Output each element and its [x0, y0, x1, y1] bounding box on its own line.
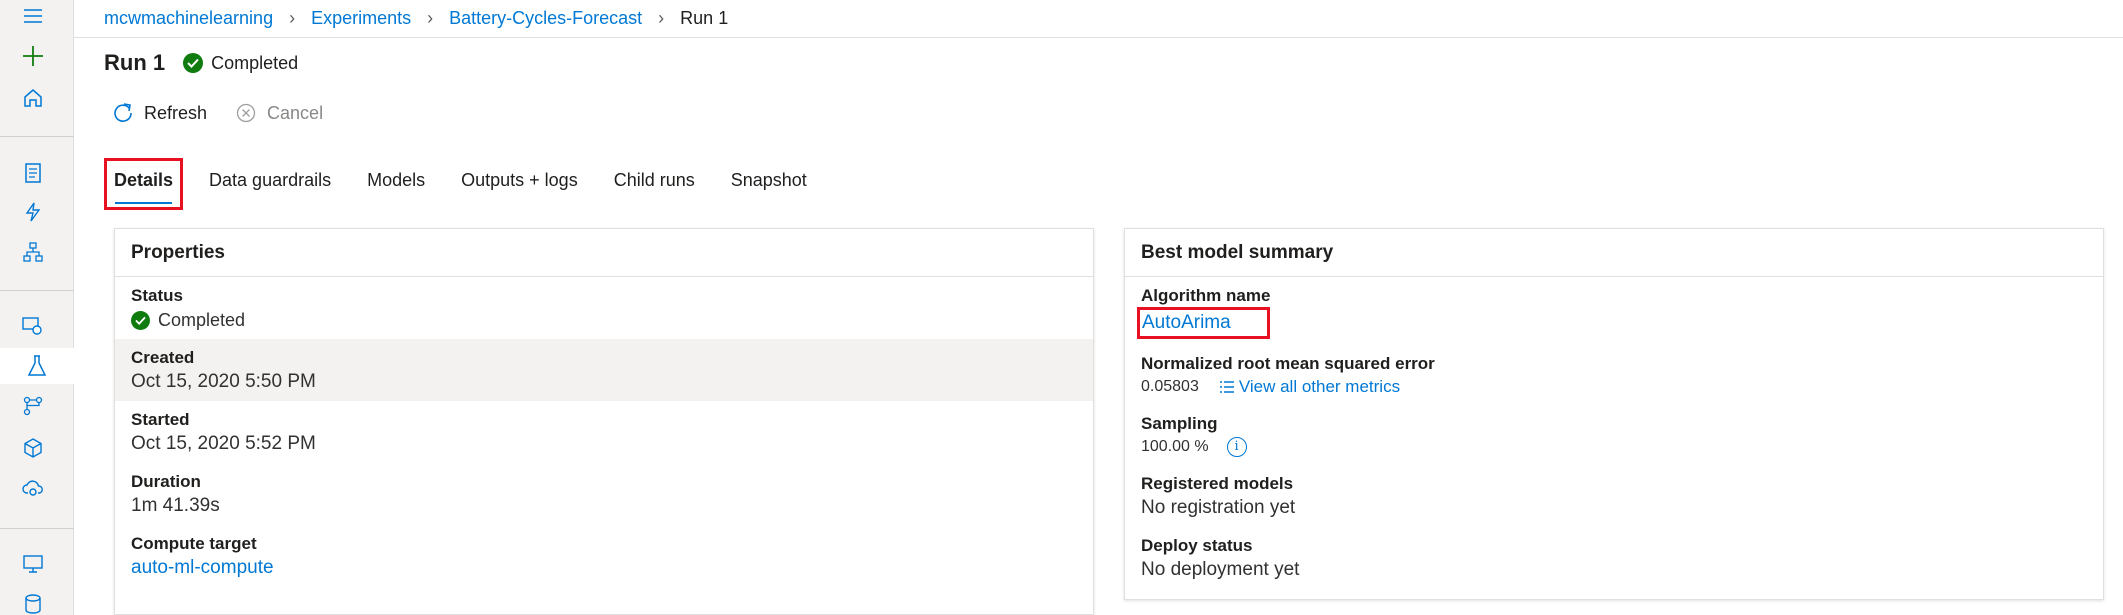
- deploy-value: No deployment yet: [1141, 559, 1300, 580]
- nrmse-property: Normalized root mean squared error 0.058…: [1125, 345, 2103, 405]
- started-label: Started: [131, 410, 190, 429]
- refresh-icon: [112, 102, 134, 124]
- plus-icon[interactable]: [21, 44, 45, 68]
- algorithm-link[interactable]: AutoArima: [1137, 307, 1270, 339]
- nrmse-label: Normalized root mean squared error: [1141, 354, 1435, 373]
- status-badge: Completed: [183, 53, 298, 74]
- breadcrumb: mcwmachinelearning › Experiments › Batte…: [104, 6, 728, 30]
- list-icon: [1219, 380, 1235, 394]
- cancel-button[interactable]: Cancel: [235, 102, 323, 124]
- chevron-right-icon: ›: [289, 7, 296, 28]
- header-divider: [74, 37, 2123, 38]
- breadcrumb-experiment[interactable]: Battery-Cycles-Forecast: [449, 8, 642, 29]
- breadcrumb-workspace[interactable]: mcwmachinelearning: [104, 8, 273, 29]
- created-property: Created Oct 15, 2020 5:50 PM: [115, 339, 1093, 401]
- status-property: Status Completed: [115, 277, 1093, 339]
- tab-outputs-logs[interactable]: Outputs + logs: [451, 158, 588, 210]
- properties-card: Properties Status Completed Created Oct …: [114, 228, 1094, 615]
- check-circle-icon: [131, 310, 150, 330]
- check-circle-icon: [183, 53, 204, 73]
- automl-icon[interactable]: [21, 200, 45, 224]
- registered-value: No registration yet: [1141, 497, 1296, 518]
- duration-property: Duration 1m 41.39s: [115, 463, 1093, 525]
- status-label: Status: [131, 286, 183, 305]
- rail-divider: [0, 136, 74, 137]
- status-value: Completed: [131, 307, 1077, 333]
- registered-label: Registered models: [1141, 474, 1294, 493]
- models-icon[interactable]: [21, 436, 45, 460]
- breadcrumb-experiments[interactable]: Experiments: [311, 8, 411, 29]
- tab-details[interactable]: Details: [104, 158, 184, 210]
- compute-property: Compute target auto-ml-compute: [115, 525, 1093, 587]
- rail-divider: [0, 290, 74, 291]
- started-property: Started Oct 15, 2020 5:52 PM: [115, 401, 1093, 463]
- duration-value: 1m 41.39s: [131, 495, 220, 516]
- registered-property: Registered models No registration yet: [1125, 465, 2103, 527]
- compute-target-link[interactable]: auto-ml-compute: [131, 555, 1077, 581]
- notebook-icon[interactable]: [21, 161, 45, 185]
- experiments-icon[interactable]: [0, 348, 74, 384]
- compute-icon[interactable]: [21, 552, 45, 576]
- breadcrumb-current: Run 1: [680, 7, 729, 28]
- tab-snapshot[interactable]: Snapshot: [721, 158, 817, 210]
- pipelines-icon[interactable]: [21, 394, 45, 418]
- datastores-icon[interactable]: [21, 592, 45, 615]
- nrmse-value: 0.05803: [1141, 378, 1199, 395]
- tab-bar: Details Data guardrails Models Outputs +…: [104, 158, 833, 210]
- rail-divider: [0, 528, 74, 529]
- chevron-right-icon: ›: [427, 7, 434, 28]
- deploy-label: Deploy status: [1141, 536, 1253, 555]
- info-icon[interactable]: i: [1226, 437, 1247, 457]
- title-row: Run 1 Completed: [104, 50, 298, 76]
- created-value: Oct 15, 2020 5:50 PM: [131, 371, 316, 392]
- refresh-label: Refresh: [144, 102, 208, 123]
- hamburger-icon[interactable]: [21, 4, 45, 28]
- status-value-text: Completed: [158, 310, 246, 330]
- toolbar: Refresh Cancel: [112, 102, 351, 124]
- status-text: Completed: [211, 52, 299, 73]
- tab-data-guardrails[interactable]: Data guardrails: [199, 158, 341, 210]
- refresh-button[interactable]: Refresh: [112, 102, 207, 124]
- left-nav-rail: [0, 0, 74, 615]
- designer-icon[interactable]: [21, 240, 45, 264]
- sampling-property: Sampling 100.00 % i: [1125, 405, 2103, 465]
- created-label: Created: [131, 348, 195, 367]
- started-value: Oct 15, 2020 5:52 PM: [131, 433, 316, 454]
- endpoints-icon[interactable]: [21, 476, 45, 500]
- best-model-summary-card: Best model summary Algorithm name AutoAr…: [1124, 228, 2104, 600]
- view-metrics-link[interactable]: View all other metrics: [1219, 375, 1400, 399]
- sampling-label: Sampling: [1141, 414, 1218, 433]
- cancel-icon: [235, 102, 257, 124]
- algorithm-property: Algorithm name AutoArima: [1125, 277, 2103, 345]
- home-icon[interactable]: [21, 86, 45, 110]
- algorithm-value-wrap: AutoArima: [1137, 307, 2087, 339]
- datasets-icon[interactable]: [21, 314, 45, 338]
- cancel-label: Cancel: [267, 102, 324, 123]
- nrmse-row: 0.05803 View all other metrics: [1141, 375, 2087, 399]
- view-metrics-label: View all other metrics: [1238, 377, 1401, 396]
- tab-models[interactable]: Models: [357, 158, 435, 210]
- algorithm-label: Algorithm name: [1141, 286, 1271, 305]
- sampling-row: 100.00 % i: [1141, 435, 2087, 459]
- page-title: Run 1: [104, 50, 166, 75]
- deploy-property: Deploy status No deployment yet: [1125, 527, 2103, 589]
- compute-label: Compute target: [131, 534, 257, 553]
- duration-label: Duration: [131, 472, 201, 491]
- chevron-right-icon: ›: [658, 7, 665, 28]
- summary-title: Best model summary: [1125, 229, 2103, 277]
- sampling-value: 100.00 %: [1141, 438, 1209, 455]
- tab-child-runs[interactable]: Child runs: [604, 158, 705, 210]
- properties-title: Properties: [115, 229, 1093, 277]
